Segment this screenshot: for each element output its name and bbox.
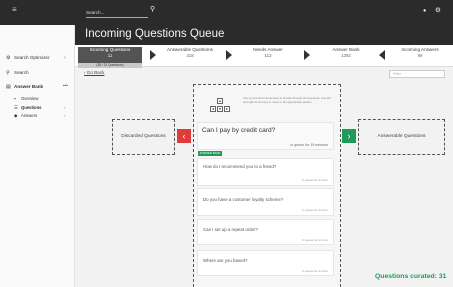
- chevron-right-icon: ›: [64, 113, 66, 118]
- question-meta: In queue for an hour: [301, 269, 328, 273]
- question-card[interactable]: How do I recommend you to a friend? In q…: [197, 158, 334, 186]
- list-icon: ☰: [14, 105, 19, 110]
- arrow-up-key-icon: ▴: [217, 98, 223, 104]
- current-question-card[interactable]: Can I pay by credit card? In queue for 1…: [197, 122, 334, 150]
- sidebar-item-label: Search: [14, 70, 29, 75]
- stage-answer-bank[interactable]: Answer Bank 1292: [319, 47, 373, 65]
- question-meta: In queue for an hour: [301, 178, 328, 182]
- stage-count: 318: [186, 53, 194, 58]
- sidebar-item-label: Answer Bank: [14, 84, 44, 89]
- question-text: Can I set up a repeat order?: [203, 227, 258, 232]
- gear-icon: ⚙: [6, 55, 11, 61]
- grid-icon: ▪: [14, 96, 16, 101]
- go-back-link[interactable]: ‹ Go Back: [84, 70, 104, 76]
- arrow-down-key-icon: ▾: [217, 106, 223, 112]
- questions-curated-counter: Questions curated: 31: [375, 273, 447, 280]
- search-icon[interactable]: ⚲: [150, 6, 155, 14]
- sidebar-item-label: Search Optimizer: [14, 55, 50, 60]
- page-title: Incoming Questions Queue: [85, 28, 225, 40]
- stage-count: 113: [264, 53, 272, 58]
- question-text: Where are you based?: [203, 258, 248, 263]
- arrow-left-icon: [379, 50, 385, 60]
- notification-bell-icon[interactable]: ●: [423, 8, 426, 14]
- settings-gear-icon[interactable]: ⚙: [435, 7, 441, 14]
- current-question-meta: In queue for 19 minutes: [290, 143, 328, 147]
- collapse-chevron-icon[interactable]: ‹: [64, 55, 66, 61]
- arrow-right-icon: [304, 50, 310, 60]
- filter-input[interactable]: Filter: [389, 70, 445, 78]
- top-bar: ≡ Search... ⚲ ● ⚙: [0, 0, 453, 25]
- sidebar-item-label: Overview: [21, 96, 39, 101]
- keyboard-hint-text: Use up and down arrow keys to browse thr…: [243, 96, 331, 104]
- chat-icon: ◆: [14, 113, 18, 118]
- stage-sub-count: (28 / 31 Questions): [78, 63, 142, 68]
- question-text: Do you have a customer loyalty scheme?: [203, 197, 284, 202]
- current-question-text: Can I pay by credit card?: [202, 127, 276, 134]
- question-meta: In queue for an hour: [301, 208, 328, 212]
- sidebar-item-label: Answers: [21, 113, 38, 118]
- stage-count: 1292: [341, 53, 351, 58]
- answer-bank-badge: ANSWER BANK: [198, 151, 222, 156]
- discarded-questions-label: Discarded Questions: [121, 134, 166, 139]
- sidebar-item-label: Questions: [21, 105, 42, 110]
- question-meta: In queue for an hour: [301, 238, 328, 242]
- title-band: Incoming Questions Queue: [75, 25, 453, 45]
- chevron-right-icon: ›: [64, 105, 66, 110]
- bank-icon: ▤: [6, 84, 11, 90]
- question-card[interactable]: Do you have a customer loyalty scheme? I…: [197, 188, 334, 216]
- answerable-questions-label: Answerable Questions: [377, 134, 426, 139]
- question-text: How do I recommend you to a friend?: [203, 164, 277, 169]
- search-icon: ⚲: [6, 70, 10, 76]
- more-options-icon[interactable]: •••: [63, 83, 68, 89]
- stage-incoming-answers[interactable]: Incoming Answers 99: [391, 47, 449, 65]
- arrow-right-icon: [150, 50, 156, 60]
- arrow-left-key-icon: ◂: [210, 106, 216, 112]
- discard-arrow-button[interactable]: ‹: [177, 129, 191, 143]
- arrow-right-icon: [226, 50, 232, 60]
- stage-count: 99: [417, 53, 423, 58]
- arrow-right-key-icon: ▸: [224, 106, 230, 112]
- stage-answerable-questions[interactable]: Answerable Questions 318: [163, 47, 217, 65]
- global-search-input[interactable]: Search...: [86, 9, 148, 18]
- accept-arrow-button[interactable]: ›: [342, 129, 356, 143]
- sidebar: ⚙ Search Optimizer ‹ ⚲ Search ▤ Answer B…: [0, 25, 75, 287]
- question-card[interactable]: Can I set up a repeat order? In queue fo…: [197, 219, 334, 245]
- stage-needs-answer[interactable]: Needs Answer 113: [241, 47, 295, 65]
- question-card[interactable]: Where are you based? In queue for an hou…: [197, 250, 334, 276]
- stage-count: 11: [107, 53, 113, 58]
- hamburger-menu-icon[interactable]: ≡: [12, 6, 17, 14]
